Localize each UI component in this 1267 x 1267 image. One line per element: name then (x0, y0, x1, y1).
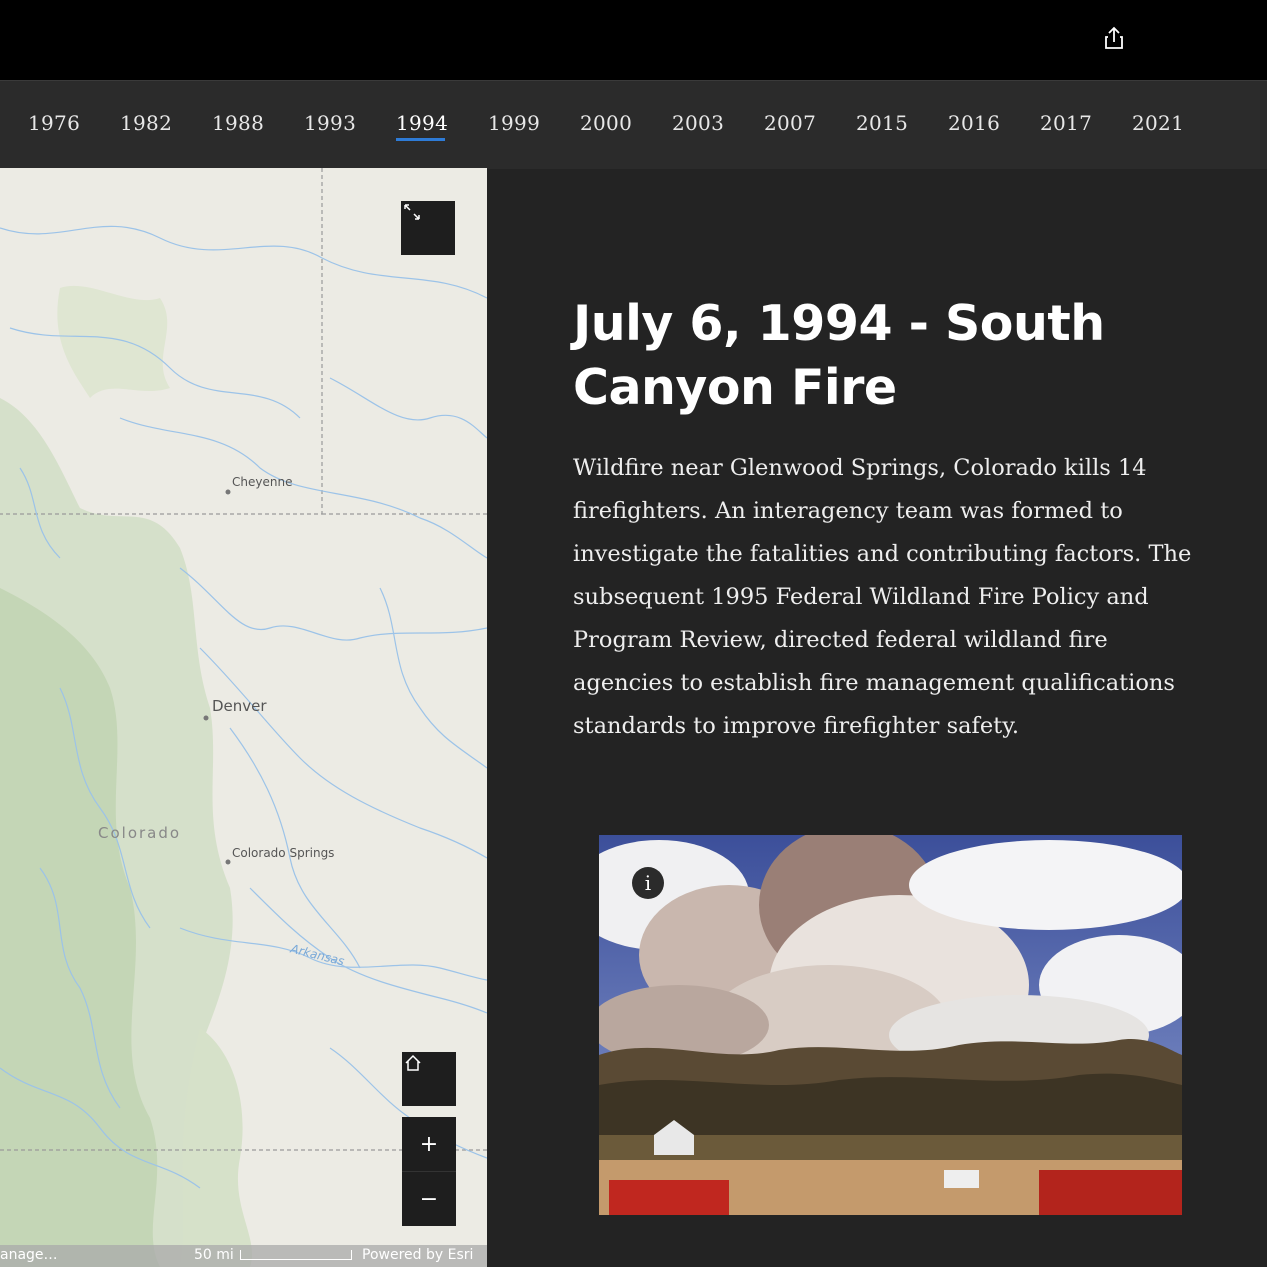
story-body: Wildfire near Glenwood Springs, Colorado… (573, 455, 1192, 739)
fire-photo (599, 835, 1182, 1215)
timeline-tab-2003[interactable]: 2003 (672, 111, 724, 135)
timeline-tab-1999[interactable]: 1999 (488, 111, 540, 135)
timeline-tab-2016[interactable]: 2016 (948, 111, 1000, 135)
map-label-colorado: Colorado (98, 824, 182, 842)
info-icon[interactable]: i (632, 867, 664, 899)
timeline-tab-2015[interactable]: 2015 (856, 111, 908, 135)
home-button[interactable] (402, 1052, 456, 1106)
powered-by-esri[interactable]: Powered by Esri (362, 1247, 473, 1263)
share-icon[interactable] (1102, 26, 1126, 52)
timeline-tab-2017[interactable]: 2017 (1040, 111, 1092, 135)
timeline-tab-1988[interactable]: 1988 (212, 111, 264, 135)
expand-icon (404, 204, 420, 220)
timeline-tab-2007[interactable]: 2007 (764, 111, 816, 135)
zoom-in-button[interactable]: + (402, 1117, 456, 1171)
timeline-tab-2000[interactable]: 2000 (580, 111, 632, 135)
active-tab-indicator (396, 138, 445, 141)
attribution-text[interactable]: anage… (0, 1247, 58, 1263)
map-attribution: anage… 50 mi Powered by Esri (0, 1245, 487, 1267)
fire-photo-image (599, 835, 1182, 1215)
scale-bar (240, 1250, 352, 1260)
map-view[interactable]: Cheyenne Denver Colorado Colorado Spring… (0, 168, 487, 1267)
timeline-tab-1976[interactable]: 1976 (28, 111, 80, 135)
timeline-tab-1994[interactable]: 1994 (396, 111, 448, 135)
scale-label: 50 mi (194, 1247, 234, 1263)
home-icon (405, 1054, 421, 1071)
timeline-tab-2021[interactable]: 2021 (1132, 111, 1184, 135)
map-label-cheyenne: Cheyenne (232, 475, 293, 489)
story-title: July 6, 1994 - South Canyon Fire (573, 295, 1105, 416)
fullscreen-button[interactable] (401, 201, 455, 255)
zoom-out-button[interactable]: − (402, 1171, 456, 1226)
timeline-tab-1993[interactable]: 1993 (304, 111, 356, 135)
top-bar (0, 0, 1267, 80)
timeline-nav: 1976 1982 1988 1993 1994 1999 2000 2003 … (0, 80, 1267, 169)
timeline-tab-1982[interactable]: 1982 (120, 111, 172, 135)
map-label-colorado-springs: Colorado Springs (232, 846, 335, 860)
map-label-denver: Denver (212, 697, 267, 715)
